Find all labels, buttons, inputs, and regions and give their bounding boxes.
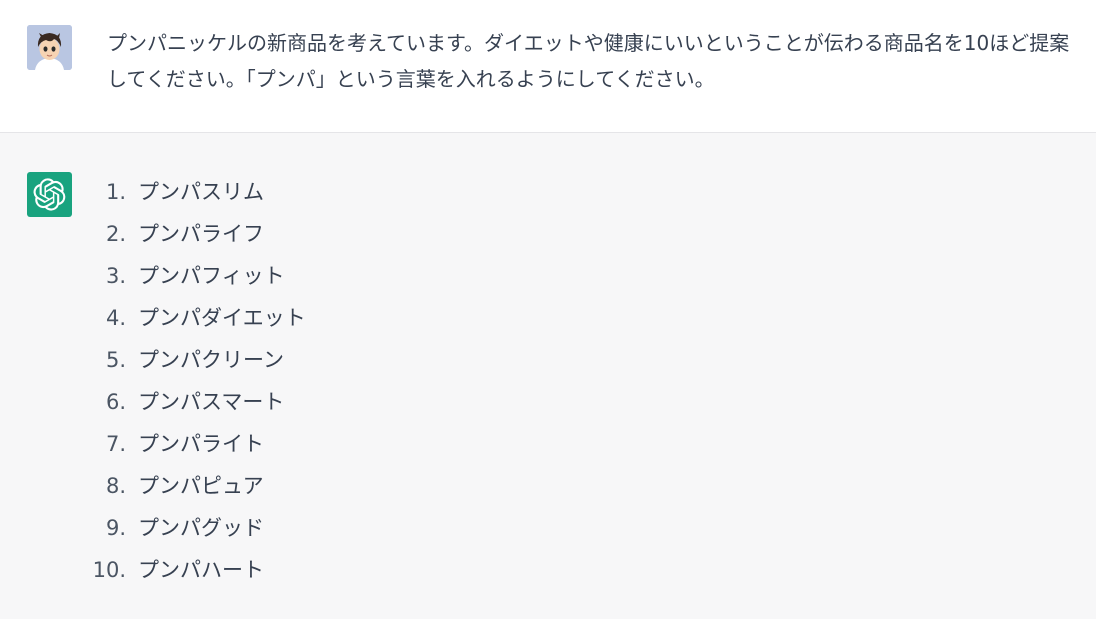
list-item-number: 9. <box>105 516 126 540</box>
list-item: 3. プンパフィット <box>90 255 306 297</box>
list-item-number: 1. <box>105 180 126 204</box>
list-item-number: 8. <box>105 474 126 498</box>
list-item-number: 3. <box>105 264 126 288</box>
list-item: 5. プンパクリーン <box>90 339 306 381</box>
list-item-number: 2. <box>105 222 126 246</box>
user-message-row: プンパニッケルの新商品を考えています。ダイエットや健康にいいということが伝わる商… <box>0 0 1096 133</box>
list-item: 1. プンパスリム <box>90 171 306 213</box>
list-item-number: 5. <box>105 348 126 372</box>
list-item-text: プンパグッド <box>138 516 264 540</box>
list-item-text: プンパクリーン <box>138 348 284 372</box>
list-item-number: 6. <box>105 390 126 414</box>
list-item-number: 7. <box>105 432 126 456</box>
list-item-text: プンパハート <box>138 558 264 582</box>
answer-list: 1. プンパスリム 2. プンパライフ 3. プンパフィット 4. プンパダイエット 5… <box>90 171 306 591</box>
list-item: 9. プンパグッド <box>90 507 306 549</box>
list-item: 2. プンパライフ <box>90 213 306 255</box>
list-item-text: プンパダイエット <box>138 306 306 330</box>
list-item-text: プンパフィット <box>138 264 285 288</box>
list-item-text: プンパスマート <box>138 390 285 414</box>
user-avatar-icon <box>27 25 72 70</box>
assistant-message-row: 1. プンパスリム 2. プンパライフ 3. プンパフィット 4. プンパダイエット 5… <box>0 133 1096 619</box>
list-item-text: プンパピュア <box>138 474 264 498</box>
user-message-text: プンパニッケルの新商品を考えています。ダイエットや健康にいいということが伝わる商… <box>107 31 1070 91</box>
list-item: 8. プンパピュア <box>90 465 306 507</box>
list-item-number: 10. <box>92 558 126 582</box>
list-item-text: プンパライフ <box>138 222 264 246</box>
list-item-text: プンパスリム <box>138 180 264 204</box>
list-item: 7. プンパライト <box>90 423 306 465</box>
list-item-number: 4. <box>105 306 126 330</box>
list-item-text: プンパライト <box>138 432 264 456</box>
list-item: 6. プンパスマート <box>90 381 306 423</box>
openai-logo-icon <box>27 172 72 217</box>
list-item: 4. プンパダイエット <box>90 297 306 339</box>
list-item: 10. プンパハート <box>90 549 306 591</box>
